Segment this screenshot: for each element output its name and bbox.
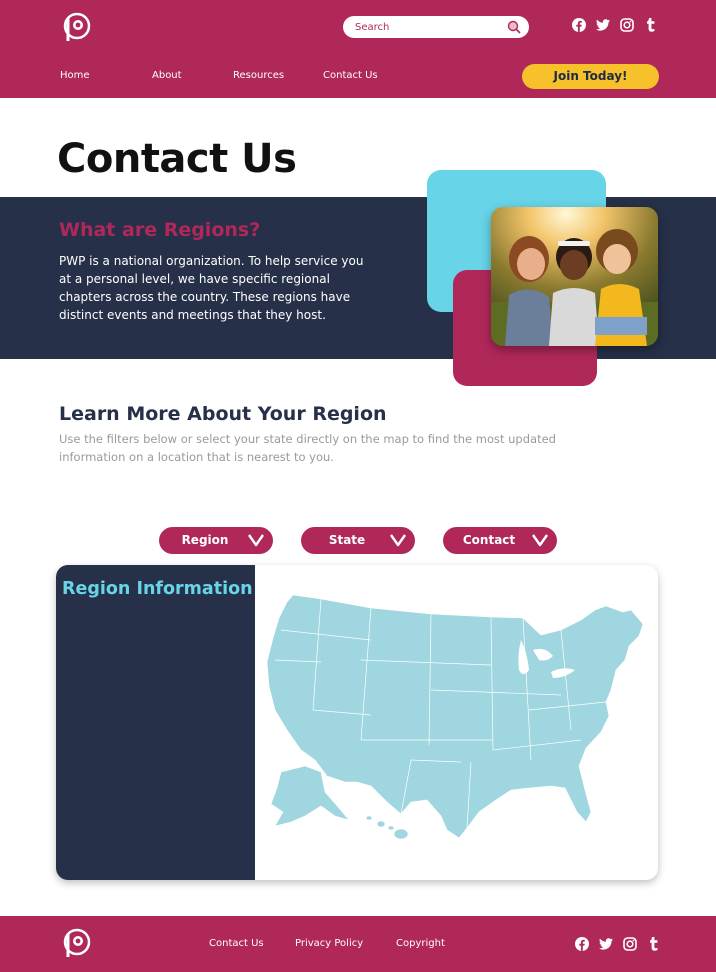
facebook-icon[interactable] [575, 937, 589, 951]
footer-logo-icon[interactable] [60, 928, 92, 958]
chevron-down-icon [248, 534, 264, 547]
us-map[interactable] [261, 590, 653, 850]
footer-privacy-policy-link[interactable]: Privacy Policy [295, 938, 363, 949]
tumblr-icon[interactable] [647, 937, 661, 951]
region-filter-dropdown[interactable]: Region [159, 527, 273, 554]
logo-icon[interactable] [60, 12, 92, 42]
footer-copyright-link[interactable]: Copyright [396, 938, 445, 949]
learn-more-heading: Learn More About Your Region [59, 403, 387, 425]
state-filter-dropdown[interactable]: State [301, 527, 415, 554]
tumblr-icon[interactable] [644, 18, 658, 32]
footer-social-links [575, 937, 661, 951]
site-footer: Contact Us Privacy Policy Copyright [0, 916, 716, 972]
contact-filter-dropdown[interactable]: Contact [443, 527, 557, 554]
twitter-icon[interactable] [596, 18, 610, 32]
instagram-icon[interactable] [623, 937, 637, 951]
chevron-down-icon [390, 534, 406, 547]
region-information-title: Region Information [62, 579, 253, 599]
learn-more-description: Use the filters below or select your sta… [59, 432, 556, 464]
page-title: Contact Us [57, 136, 297, 182]
nav-resources[interactable]: Resources [233, 70, 284, 81]
chevron-down-icon [532, 534, 548, 547]
regions-heading: What are Regions? [59, 219, 261, 241]
twitter-icon[interactable] [599, 937, 613, 951]
join-today-button[interactable]: Join Today! [522, 64, 659, 89]
nav-contact-us[interactable]: Contact Us [323, 70, 378, 81]
nav-home[interactable]: Home [60, 70, 90, 81]
girls-photo [491, 207, 658, 346]
search-input[interactable] [355, 19, 505, 35]
regions-description: PWP is a national organization. To help … [59, 254, 364, 322]
header-social-links [572, 18, 658, 32]
region-filter-label: Region [181, 533, 229, 547]
search-box[interactable] [343, 16, 529, 38]
instagram-icon[interactable] [620, 18, 634, 32]
footer-contact-us-link[interactable]: Contact Us [209, 938, 264, 949]
nav-about[interactable]: About [152, 70, 182, 81]
region-information-panel: Region Information [56, 565, 255, 880]
site-header: Home About Resources Contact Us Join Tod… [0, 0, 716, 98]
search-icon[interactable] [507, 20, 521, 34]
state-filter-label: State [328, 533, 366, 547]
region-map-card: Region Information [56, 565, 658, 880]
contact-filter-label: Contact [462, 533, 516, 547]
facebook-icon[interactable] [572, 18, 586, 32]
